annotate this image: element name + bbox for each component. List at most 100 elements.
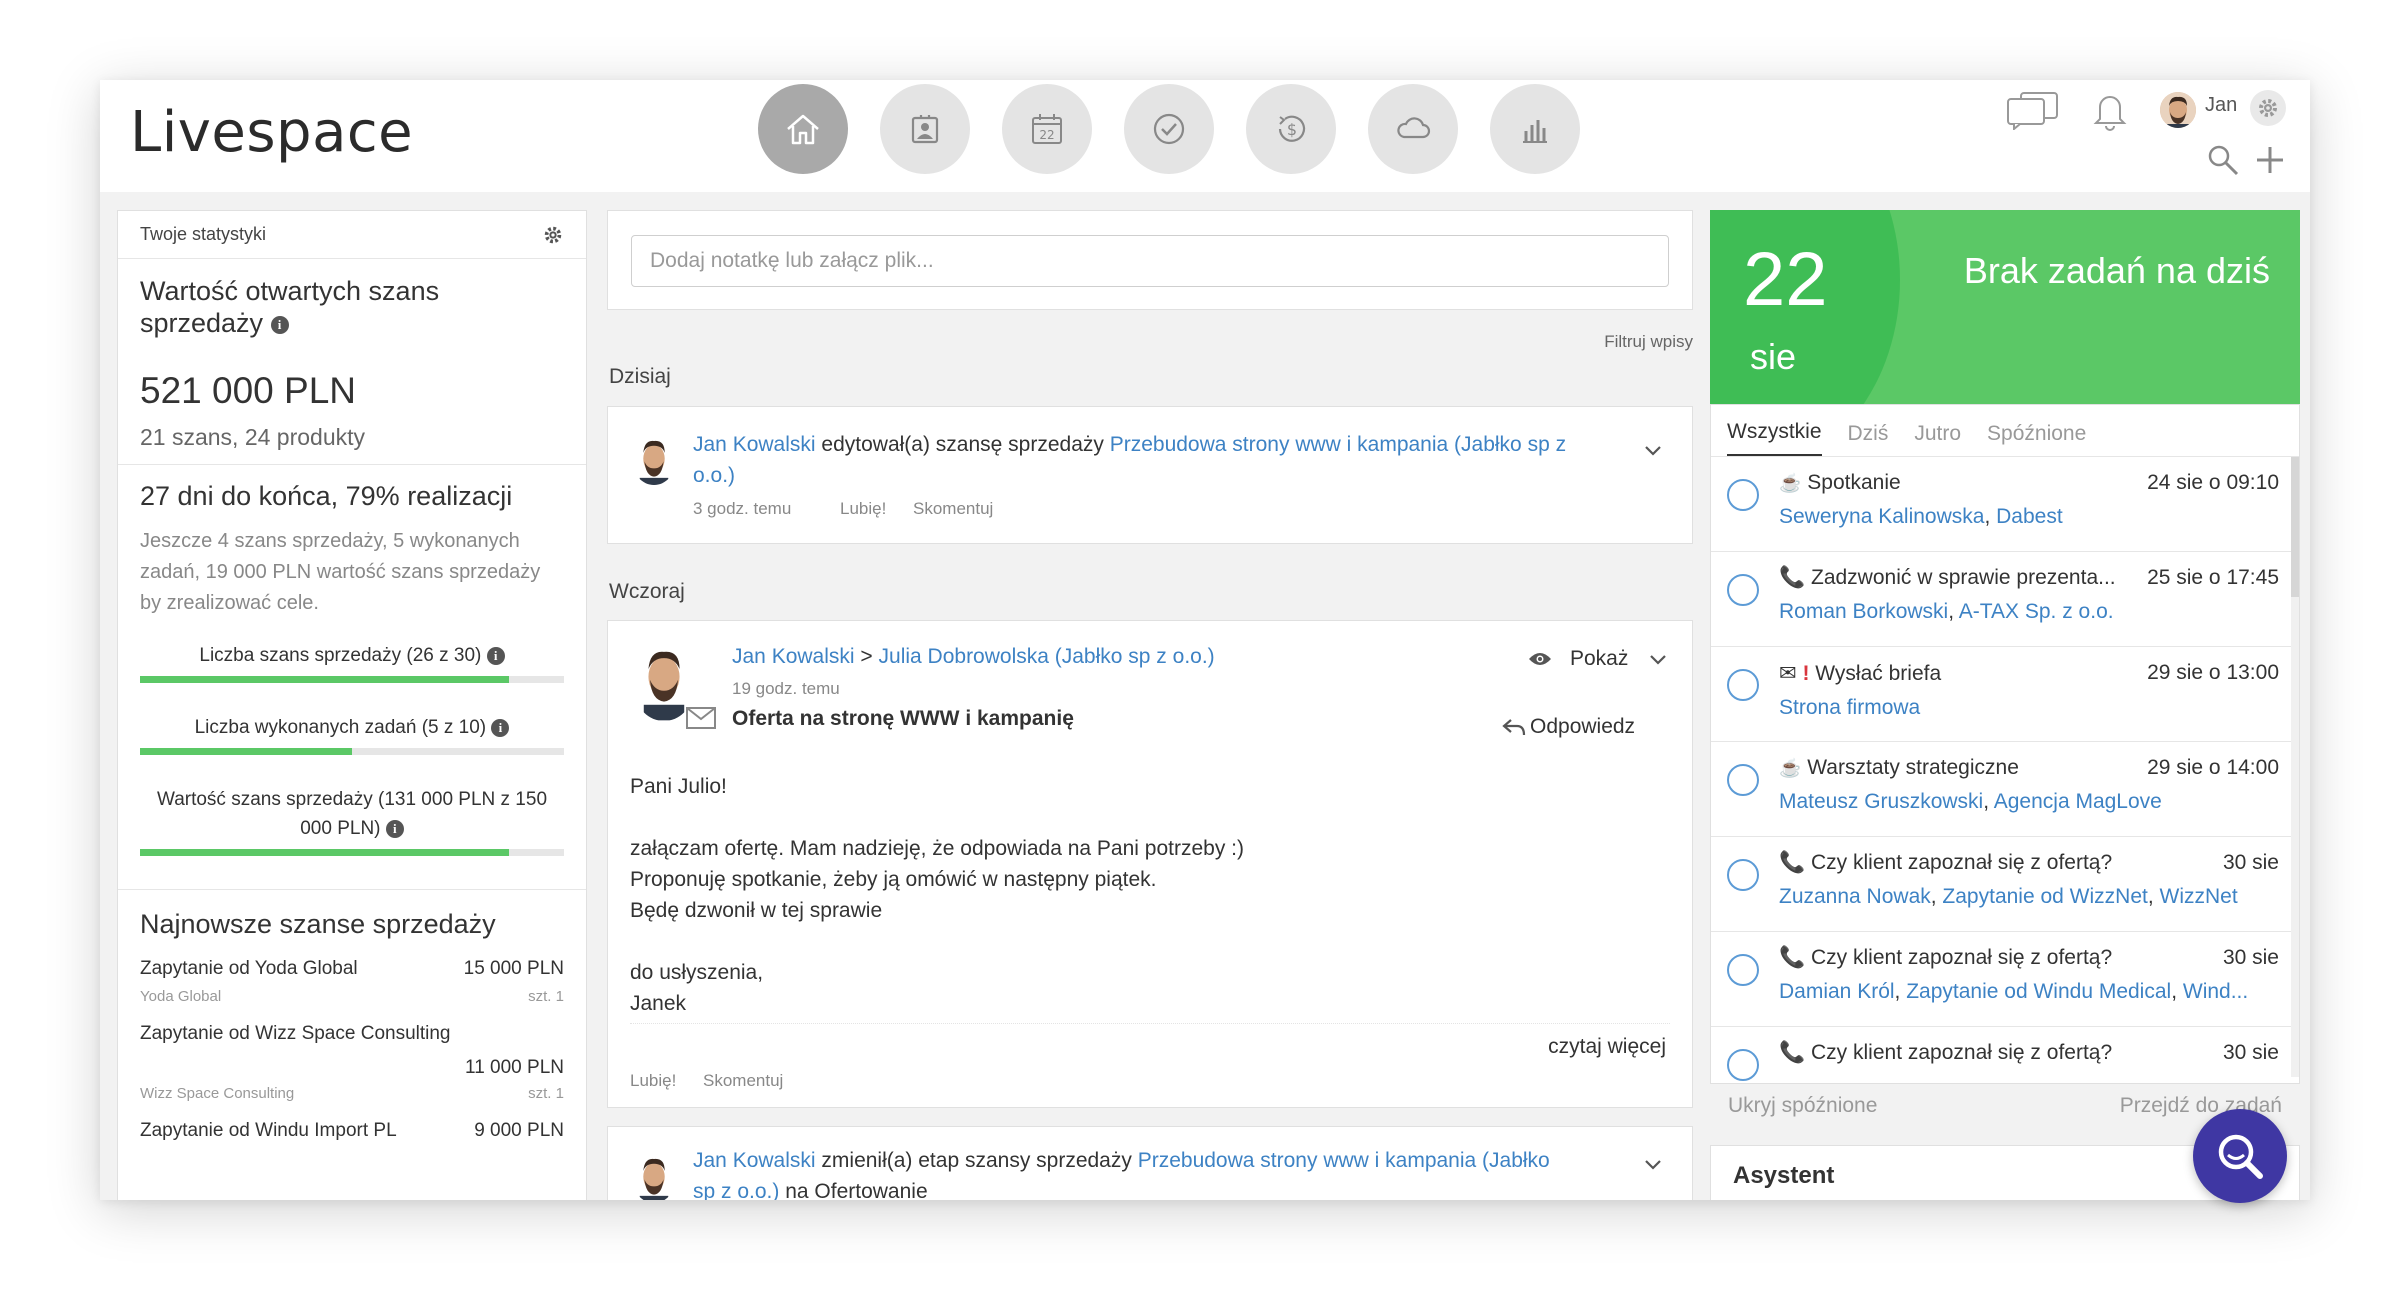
task-link[interactable]: Zapytanie od Windu Medical xyxy=(1906,980,2171,1003)
settings-button[interactable] xyxy=(2250,90,2286,126)
chevron-down-icon[interactable] xyxy=(1643,443,1663,457)
task-title-text: Czy klient zapoznał się z ofertą? xyxy=(1811,851,2113,874)
deal-item[interactable]: Zapytanie od Wizz Space Consulting 11 00… xyxy=(140,1023,564,1102)
nav-deals[interactable]: $ xyxy=(1246,84,1336,174)
assistant-title[interactable]: Asystent xyxy=(1733,1162,1834,1189)
search-icon xyxy=(2208,145,2239,176)
task-item[interactable]: 📞 Zadzwonić w sprawie prezenta... 25 sie… xyxy=(1711,552,2299,647)
task-item[interactable]: 📞 Czy klient zapoznał się z ofertą? 30 s… xyxy=(1711,837,2299,932)
email-line: Proponuję spotkanie, żeby ją omówić w na… xyxy=(630,868,1157,891)
like-button[interactable]: Lubię! xyxy=(840,499,886,519)
scrollbar-thumb[interactable] xyxy=(2291,457,2299,597)
deal-link-cont[interactable]: sp z o.o.) xyxy=(693,1180,779,1200)
task-complete-checkbox[interactable] xyxy=(1727,669,1759,701)
author-link[interactable]: Jan Kowalski xyxy=(693,433,816,456)
feed-item: Jan Kowalski edytował(a) szansę sprzedaż… xyxy=(607,406,1693,544)
nav-home[interactable] xyxy=(758,84,848,174)
task-title-text: Spotkanie xyxy=(1807,471,1901,494)
chevron-down-icon[interactable] xyxy=(1643,1157,1663,1171)
task-link[interactable]: Seweryna Kalinowska xyxy=(1779,505,1984,528)
show-toggle[interactable]: Pokaż xyxy=(1528,643,1668,674)
author-avatar[interactable] xyxy=(636,645,692,721)
task-title-row: ✉ ! Wysłać briefa 29 sie o 13:00 xyxy=(1779,661,2279,686)
author-avatar[interactable] xyxy=(632,435,676,485)
task-scrollbar[interactable] xyxy=(2291,457,2299,1077)
author-avatar[interactable] xyxy=(632,1153,676,1200)
deal-meta: Yoda Global szt. 1 xyxy=(140,988,564,1005)
deal-name[interactable]: Zapytanie od Yoda Global xyxy=(140,958,358,980)
task-link[interactable]: Roman Borkowski xyxy=(1779,600,1948,623)
task-link[interactable]: WizzNet xyxy=(2160,885,2238,908)
add-button[interactable] xyxy=(2252,142,2288,178)
task-link[interactable]: Zuzanna Nowak xyxy=(1779,885,1931,908)
task-item[interactable]: ☕ Warsztaty strategiczne 29 sie o 14:00 … xyxy=(1711,742,2299,837)
note-composer: Dodaj notatkę lub załącz plik... xyxy=(607,210,1693,310)
nav-cloud[interactable] xyxy=(1368,84,1458,174)
task-complete-checkbox[interactable] xyxy=(1727,764,1759,796)
chat-button[interactable] xyxy=(2005,90,2061,130)
help-search-button[interactable] xyxy=(2193,1109,2287,1203)
task-link[interactable]: Damian Król xyxy=(1779,980,1895,1003)
nav-reports[interactable] xyxy=(1490,84,1580,174)
task-link[interactable]: A-TAX Sp. z o.o. xyxy=(1959,600,2114,623)
user-avatar[interactable] xyxy=(2160,92,2196,128)
info-icon[interactable]: i xyxy=(491,718,510,737)
gear-icon[interactable] xyxy=(542,224,564,246)
task-complete-checkbox[interactable] xyxy=(1727,479,1759,511)
progress-bar xyxy=(140,676,564,683)
read-more-link[interactable]: czytaj więcej xyxy=(1548,1031,1666,1062)
deal-item[interactable]: Zapytanie od Windu Import PL 9 000 PLN xyxy=(140,1120,564,1142)
task-link[interactable]: Strona firmowa xyxy=(1779,696,1920,719)
reply-button[interactable]: Odpowiedz xyxy=(1502,711,1635,742)
eye-icon xyxy=(1529,652,1551,665)
info-icon[interactable]: i xyxy=(385,819,404,838)
chevron-down-icon[interactable] xyxy=(1648,652,1668,666)
note-input[interactable]: Dodaj notatkę lub załącz plik... xyxy=(631,235,1669,287)
task-link[interactable]: Dabest xyxy=(1996,505,2063,528)
deal-link-cont[interactable]: o.o.) xyxy=(693,464,735,487)
task-link[interactable]: Agencja MagLove xyxy=(1994,790,2162,813)
comment-button[interactable]: Skomentuj xyxy=(913,499,993,519)
hide-late-link[interactable]: Ukryj spóźnione xyxy=(1728,1094,1877,1118)
task-complete-checkbox[interactable] xyxy=(1727,574,1759,606)
user-name[interactable]: Jan xyxy=(2205,94,2237,117)
email-subject[interactable]: Oferta na stronę WWW i kampanię xyxy=(732,703,1074,734)
task-links: Zuzanna Nowak, Zapytanie od WizzNet, Wiz… xyxy=(1779,885,2238,908)
search-button[interactable] xyxy=(2205,142,2241,178)
comment-button[interactable]: Skomentuj xyxy=(703,1071,783,1091)
tab-tomorrow[interactable]: Jutro xyxy=(1914,422,1961,456)
deal-name[interactable]: Zapytanie od Windu Import PL xyxy=(140,1120,397,1142)
task-item[interactable]: ☕ Spotkanie 24 sie o 09:10 Seweryna Kali… xyxy=(1711,457,2299,552)
deal-item[interactable]: Zapytanie od Yoda Global 15 000 PLN Yoda… xyxy=(140,958,564,1005)
notifications-button[interactable] xyxy=(2090,88,2130,132)
task-complete-checkbox[interactable] xyxy=(1727,1049,1759,1081)
task-item[interactable]: 📞 Czy klient zapoznał się z ofertą? 30 s… xyxy=(1711,1027,2299,1083)
like-button[interactable]: Lubię! xyxy=(630,1071,676,1091)
task-link[interactable]: Zapytanie od WizzNet xyxy=(1942,885,2147,908)
calendar-icon: 22 xyxy=(1032,114,1062,144)
tab-late[interactable]: Spóźnione xyxy=(1987,422,2086,456)
filter-entries-link[interactable]: Filtruj wpisy xyxy=(1604,332,1693,352)
task-link[interactable]: Wind... xyxy=(2183,980,2248,1003)
logo[interactable]: Livespace xyxy=(130,100,413,165)
nav-tasks[interactable] xyxy=(1124,84,1214,174)
task-complete-checkbox[interactable] xyxy=(1727,859,1759,891)
task-complete-checkbox[interactable] xyxy=(1727,954,1759,986)
info-icon[interactable]: i xyxy=(270,316,289,335)
author-link[interactable]: Jan Kowalski xyxy=(732,645,855,668)
deal-link[interactable]: Przebudowa strony www i kampania (Jabłko… xyxy=(1110,433,1566,456)
tab-all[interactable]: Wszystkie xyxy=(1727,420,1822,456)
info-icon[interactable]: i xyxy=(486,646,505,665)
deal-link[interactable]: Przebudowa strony www i kampania (Jabłko xyxy=(1138,1149,1550,1172)
feed-item-text: Jan Kowalski zmienił(a) etap szansy sprz… xyxy=(693,1145,1613,1200)
tab-today[interactable]: Dziś xyxy=(1848,422,1889,456)
deal-name[interactable]: Zapytanie od Wizz Space Consulting xyxy=(140,1023,451,1045)
nav-contacts[interactable] xyxy=(880,84,970,174)
email-line: załączam ofertę. Mam nadzieję, że odpowi… xyxy=(630,837,1244,860)
nav-calendar[interactable]: 22 xyxy=(1002,84,1092,174)
task-item[interactable]: 📞 Czy klient zapoznał się z ofertą? 30 s… xyxy=(1711,932,2299,1027)
author-link[interactable]: Jan Kowalski xyxy=(693,1149,816,1172)
task-item[interactable]: ✉ ! Wysłać briefa 29 sie o 13:00 Strona … xyxy=(1711,647,2299,742)
task-link[interactable]: Mateusz Gruszkowski xyxy=(1779,790,1983,813)
recipient-link[interactable]: Julia Dobrowolska (Jabłko sp z o.o.) xyxy=(879,645,1215,668)
